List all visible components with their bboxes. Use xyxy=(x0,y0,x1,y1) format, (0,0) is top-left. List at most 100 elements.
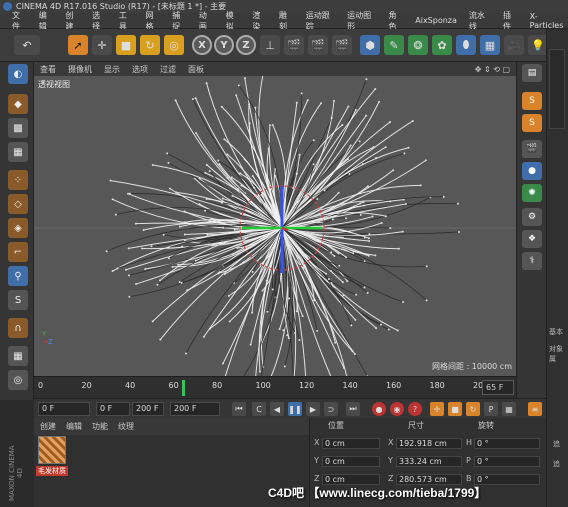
model-mode-button[interactable]: ◆ xyxy=(8,94,28,114)
attr-tab-basic[interactable]: 基本 xyxy=(549,327,563,337)
pause-button[interactable]: ❚❚ xyxy=(288,402,302,416)
render-picture-viewer-button[interactable]: 🎬 xyxy=(308,35,328,55)
viewport-layout-button[interactable]: ▤ xyxy=(522,64,542,82)
subdivision-button[interactable]: ❂ xyxy=(408,35,428,55)
keyframe-selection-button[interactable]: ? xyxy=(408,402,422,416)
rot-p-field[interactable]: 0 ° xyxy=(474,456,540,467)
range-start-field[interactable]: 0 F xyxy=(96,402,130,416)
scale-tool-button[interactable]: ■ xyxy=(116,35,136,55)
next-key-button[interactable]: ⊃ xyxy=(324,402,338,416)
pen-button[interactable]: ✎ xyxy=(384,35,404,55)
pos-axis-label: Z xyxy=(314,474,320,483)
prev-key-button[interactable]: C xyxy=(252,402,266,416)
undo-button[interactable]: ↶ xyxy=(14,35,40,55)
cube-button[interactable]: ⬢ xyxy=(360,35,380,55)
move-tool-button[interactable]: ✛ xyxy=(92,35,112,55)
xparticles-button[interactable]: ● xyxy=(522,162,542,180)
key-rotation-button[interactable]: ↻ xyxy=(466,402,480,416)
render-settings-button[interactable]: 🎬 xyxy=(332,35,352,55)
key-position-button[interactable]: ✛ xyxy=(430,402,444,416)
select-tool-button[interactable]: ➚ xyxy=(68,35,88,55)
effector-button[interactable]: ⚙ xyxy=(522,208,542,226)
tweak-mode-button[interactable]: ⚲ xyxy=(8,266,28,286)
record-button[interactable]: ● xyxy=(372,402,386,416)
material-menu-create[interactable]: 创建 xyxy=(40,421,56,432)
script-s-button-1[interactable]: S xyxy=(522,92,542,110)
key-parameter-button[interactable]: P xyxy=(484,402,498,416)
viewport-nav-icons[interactable]: ✥ ⇕ ⟲ ▢ xyxy=(475,65,510,74)
points-mode-button[interactable]: ⁘ xyxy=(8,170,28,190)
viewport-menu-camera[interactable]: 摄像机 xyxy=(68,64,92,75)
hair-material-label[interactable]: 毛发材质 xyxy=(36,466,68,476)
snap-button[interactable]: S xyxy=(8,290,28,310)
key-pla-button[interactable]: ▦ xyxy=(502,402,516,416)
recent-tool-button[interactable]: ◎ xyxy=(164,35,184,55)
attr-tab-object[interactable]: 对象属 xyxy=(549,344,568,364)
coordinate-system-button[interactable]: ⊥ xyxy=(260,35,280,55)
axis-x-button[interactable]: X xyxy=(192,35,212,55)
material-menu-edit[interactable]: 编辑 xyxy=(66,421,82,432)
pos-x-field[interactable]: 0 cm xyxy=(322,438,380,449)
viewport-menu-view[interactable]: 查看 xyxy=(40,64,56,75)
edges-mode-button[interactable]: ◇ xyxy=(8,194,28,214)
undo-icon: ↶ xyxy=(22,38,32,52)
texture-mode-button[interactable]: ▩ xyxy=(8,118,28,138)
polygons-mode-button[interactable]: ◈ xyxy=(8,218,28,238)
emitter-button[interactable]: ✺ xyxy=(522,184,542,202)
magnet-button[interactable]: ∩ xyxy=(8,318,28,338)
material-menu-texture[interactable]: 纹理 xyxy=(118,421,134,432)
viewport-menu-display[interactable]: 显示 xyxy=(104,64,120,75)
pos-y-field[interactable]: 0 cm xyxy=(322,456,380,467)
key-scale-button[interactable]: ■ xyxy=(448,402,462,416)
frame-display[interactable]: 65 F xyxy=(482,380,514,395)
axis-mode-button[interactable]: ⌐ xyxy=(8,242,28,262)
current-frame-field[interactable]: 0 F xyxy=(38,402,90,416)
goto-start-button[interactable]: ⏮ xyxy=(232,402,246,416)
python-button[interactable]: ⚕ xyxy=(522,252,542,270)
hair-material-swatch[interactable] xyxy=(38,436,66,464)
goto-end-button[interactable]: ⏭ xyxy=(346,402,360,416)
clapper-play-icon: 🎬 xyxy=(311,38,325,52)
viewport-menu-filter[interactable]: 过滤 xyxy=(160,64,176,75)
menu-aixsponza[interactable]: AixSponza xyxy=(415,16,457,25)
render-clapper-button[interactable]: 🎬 xyxy=(522,140,542,158)
range-end-field[interactable]: 200 F xyxy=(132,402,164,416)
timeline-button[interactable]: ≡ xyxy=(528,402,542,416)
render-view-button[interactable]: 🎬 xyxy=(284,35,304,55)
menu-xparticles[interactable]: X-Particles xyxy=(530,12,568,30)
lock-workplane-button[interactable]: ▦ xyxy=(8,346,28,366)
material-menu-function[interactable]: 功能 xyxy=(92,421,108,432)
viewport-menu-options[interactable]: 选项 xyxy=(132,64,148,75)
camera-button[interactable]: 🎥 xyxy=(504,35,524,55)
deformer-button[interactable]: ⬮ xyxy=(456,35,476,55)
viewport-menu-panel[interactable]: 面板 xyxy=(188,64,204,75)
workplane-button[interactable]: ▦ xyxy=(8,142,28,162)
skip-forward-icon: ⏭ xyxy=(349,404,357,413)
playhead[interactable] xyxy=(182,380,185,396)
timeline-ruler[interactable]: 0 20 40 60 80 100 120 140 160 180 200 65 F xyxy=(34,376,516,398)
max-frame-field[interactable]: 200 F xyxy=(170,402,220,416)
light-button[interactable]: 💡 xyxy=(528,35,548,55)
array-button[interactable]: ✿ xyxy=(432,35,452,55)
light-icon: 💡 xyxy=(531,38,545,52)
scale-key-icon: ■ xyxy=(451,404,459,414)
autokey-button[interactable]: ◉ xyxy=(390,402,404,416)
make-editable-button[interactable]: ◐ xyxy=(8,64,28,84)
script-s-button-2[interactable]: S xyxy=(522,114,542,132)
pause-icon: ❚❚ xyxy=(288,404,302,414)
axis-z-button[interactable]: Z xyxy=(236,35,256,55)
planar-workplane-button[interactable]: ◎ xyxy=(8,370,28,390)
rotate-tool-button[interactable]: ↻ xyxy=(140,35,160,55)
floor-button[interactable]: ▦ xyxy=(480,35,500,55)
timeline-icon: ≡ xyxy=(531,404,539,414)
size-x-field[interactable]: 192.918 cm xyxy=(396,438,462,449)
timeline-tick: 60 xyxy=(168,381,179,390)
size-y-field[interactable]: 333.24 cm xyxy=(396,456,462,467)
generator-button[interactable]: ❖ xyxy=(522,230,542,248)
axis-y-button[interactable]: Y xyxy=(214,35,234,55)
perspective-viewport[interactable]: 透视视图 Y →Z 网格间距 : 10000 cm xyxy=(34,76,516,376)
skip-back-icon: ⏮ xyxy=(235,404,243,413)
prev-frame-button[interactable]: ◀ xyxy=(270,402,284,416)
rot-h-field[interactable]: 0 ° xyxy=(474,438,540,449)
next-frame-button[interactable]: ▶ xyxy=(306,402,320,416)
